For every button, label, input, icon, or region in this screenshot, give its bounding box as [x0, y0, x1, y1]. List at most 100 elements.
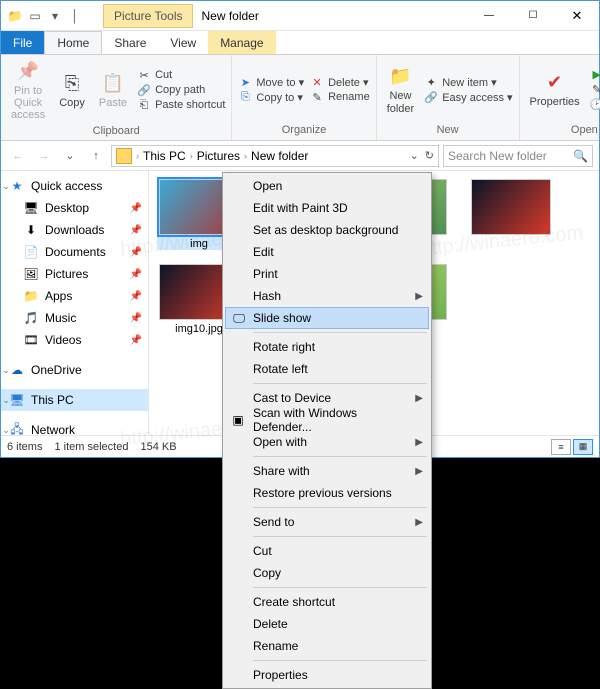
refresh-button[interactable]: ↻	[425, 149, 434, 162]
copy-button[interactable]: ⎘Copy	[55, 57, 89, 123]
pin-icon: 📌	[130, 225, 142, 236]
minimize-button[interactable]: —	[467, 2, 511, 30]
crumb-pictures[interactable]: Pictures	[197, 149, 240, 163]
menu-item-label: Rotate left	[253, 362, 308, 376]
context-menu: OpenEdit with Paint 3DSet as desktop bac…	[222, 172, 432, 689]
menu-item-share-with[interactable]: Share with▶	[225, 460, 429, 482]
easy-access-button[interactable]: 🔗Easy access ▾	[424, 90, 512, 104]
properties-button[interactable]: ✔Properties	[526, 57, 584, 122]
crumb-newfolder[interactable]: New folder	[251, 149, 308, 163]
tab-view[interactable]: View	[158, 31, 208, 54]
tab-manage[interactable]: Manage	[208, 31, 275, 54]
crumb-thispc[interactable]: This PC	[143, 149, 186, 163]
search-input[interactable]: Search New folder 🔍	[443, 145, 593, 167]
maximize-button[interactable]: ☐	[511, 2, 555, 30]
menu-item-print[interactable]: Print	[225, 263, 429, 285]
menu-separator	[253, 383, 427, 384]
sidebar-item-downloads[interactable]: ⬇Downloads📌	[1, 219, 148, 241]
copy-path-button[interactable]: 🔗Copy path	[137, 83, 225, 97]
properties-icon[interactable]: ▭	[27, 8, 43, 24]
recent-locations[interactable]: ⌄	[59, 145, 81, 167]
nav-quick-access[interactable]: ★Quick access	[1, 175, 148, 197]
menu-item-open-with[interactable]: Open with▶	[225, 431, 429, 453]
history-icon: 🕑	[590, 98, 600, 112]
nav-network[interactable]: 🖧Network	[1, 419, 148, 435]
chevron-right-icon[interactable]: ›	[244, 151, 247, 161]
move-to-button[interactable]: ➤Move to ▾	[238, 75, 304, 89]
contextual-tab: Picture Tools	[103, 4, 193, 28]
sidebar-item-music[interactable]: 🎵Music📌	[1, 307, 148, 329]
history-button[interactable]: 🕑History	[590, 98, 600, 112]
sidebar-item-documents[interactable]: 📄Documents📌	[1, 241, 148, 263]
pin-button[interactable]: 📌Pin to Quick access	[7, 57, 49, 123]
pin-icon: 📌	[16, 59, 40, 83]
qat-dropdown-icon[interactable]: ▾	[47, 8, 63, 24]
menu-item-label: Cast to Device	[253, 391, 331, 405]
nav-onedrive[interactable]: ☁OneDrive	[1, 359, 148, 381]
menu-item-cut[interactable]: Cut	[225, 540, 429, 562]
ribbon-group-clipboard: 📌Pin to Quick access ⎘Copy 📋Paste ✂Cut 🔗…	[1, 55, 232, 140]
back-button[interactable]: ←	[7, 145, 29, 167]
copyto-icon: ⎘	[238, 90, 252, 104]
nav-this-pc[interactable]: 🖥This PC	[1, 389, 148, 411]
tab-share[interactable]: Share	[102, 31, 158, 54]
menu-item-label: Send to	[253, 515, 294, 529]
menu-item-open[interactable]: Open	[225, 175, 429, 197]
forward-button[interactable]: →	[33, 145, 55, 167]
ribbon-group-new: 📁New folder ✦New item ▾ 🔗Easy access ▾ N…	[377, 55, 520, 140]
chevron-right-icon[interactable]: ›	[136, 151, 139, 161]
sidebar-item-videos[interactable]: 🎞Videos📌	[1, 329, 148, 351]
chevron-right-icon[interactable]: ›	[190, 151, 193, 161]
menu-item-send-to[interactable]: Send to▶	[225, 511, 429, 533]
menu-item-edit-with-paint-3d[interactable]: Edit with Paint 3D	[225, 197, 429, 219]
addr-dropdown[interactable]: ⌄	[410, 149, 419, 162]
new-item-button[interactable]: ✦New item ▾	[424, 75, 512, 89]
rename-button[interactable]: ✎Rename	[310, 90, 370, 104]
menu-item-slide-show[interactable]: 🖵Slide show	[225, 307, 429, 329]
paste-shortcut-button[interactable]: ⎗Paste shortcut	[137, 98, 225, 112]
menu-item-rotate-left[interactable]: Rotate left	[225, 358, 429, 380]
menu-item-copy[interactable]: Copy	[225, 562, 429, 584]
file-thumbnail[interactable]	[469, 179, 553, 250]
menu-item-create-shortcut[interactable]: Create shortcut	[225, 591, 429, 613]
status-selected: 1 item selected	[54, 441, 128, 453]
menu-item-properties[interactable]: Properties	[225, 664, 429, 686]
pin-icon: 📌	[130, 269, 142, 280]
up-button[interactable]: ↑	[85, 145, 107, 167]
view-thumbnails[interactable]: ▦	[573, 439, 593, 455]
menu-item-hash[interactable]: Hash▶	[225, 285, 429, 307]
open-button[interactable]: ▶Open ▾	[590, 68, 600, 82]
pin-icon: 📌	[130, 203, 142, 214]
sidebar-item-desktop[interactable]: 🖥Desktop📌	[1, 197, 148, 219]
search-icon: 🔍	[573, 149, 588, 163]
tab-home[interactable]: Home	[44, 31, 102, 54]
menu-item-delete[interactable]: Delete	[225, 613, 429, 635]
menu-item-label: Properties	[253, 668, 308, 682]
menu-item-scan-with-windows-defender-[interactable]: ▣Scan with Windows Defender...	[225, 409, 429, 431]
sidebar-item-pictures[interactable]: 🖼Pictures📌	[1, 263, 148, 285]
address-bar: ← → ⌄ ↑ › This PC › Pictures › New folde…	[1, 141, 599, 171]
navigation-pane: ★Quick access 🖥Desktop📌⬇Downloads📌📄Docum…	[1, 171, 149, 435]
breadcrumb[interactable]: › This PC › Pictures › New folder ⌄ ↻	[111, 145, 439, 167]
menu-item-edit[interactable]: Edit	[225, 241, 429, 263]
menu-item-label: Create shortcut	[253, 595, 335, 609]
cut-button[interactable]: ✂Cut	[137, 68, 225, 82]
paste-button[interactable]: 📋Paste	[95, 57, 131, 123]
view-details[interactable]: ≡	[551, 439, 571, 455]
menu-item-label: Restore previous versions	[253, 486, 392, 500]
menu-item-rotate-right[interactable]: Rotate right	[225, 336, 429, 358]
menu-item-restore-previous-versions[interactable]: Restore previous versions	[225, 482, 429, 504]
menu-item-rename[interactable]: Rename	[225, 635, 429, 657]
copy-to-button[interactable]: ⎘Copy to ▾	[238, 90, 304, 104]
close-button[interactable]: ✕	[555, 2, 599, 30]
status-size: 154 KB	[140, 441, 176, 453]
edit-button[interactable]: ✎Edit	[590, 83, 600, 97]
newfolder-icon: 📁	[388, 64, 412, 88]
sidebar-item-apps[interactable]: 📁Apps📌	[1, 285, 148, 307]
new-folder-button[interactable]: 📁New folder	[383, 57, 419, 122]
submenu-arrow-icon: ▶	[415, 291, 423, 302]
menu-item-set-as-desktop-background[interactable]: Set as desktop background	[225, 219, 429, 241]
tab-file[interactable]: File	[1, 31, 44, 54]
menu-item-label: Scan with Windows Defender...	[253, 406, 409, 434]
delete-button[interactable]: ✕Delete ▾	[310, 75, 370, 89]
